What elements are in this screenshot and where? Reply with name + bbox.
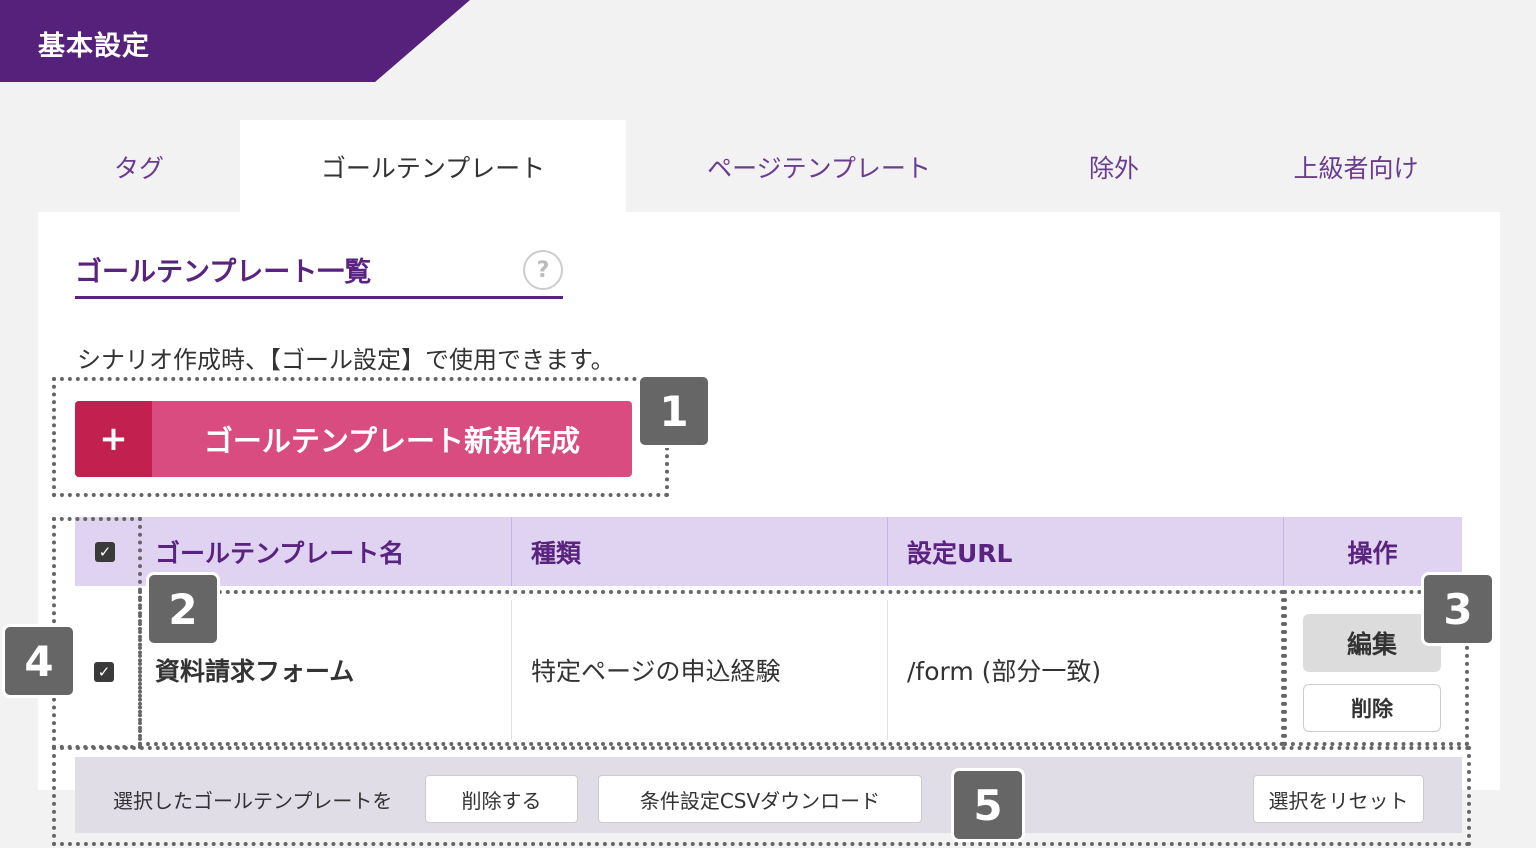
callout-badge-3: 3: [1421, 572, 1495, 646]
help-icon[interactable]: ?: [523, 250, 563, 290]
section-title: ゴールテンプレート一覧: [75, 257, 372, 288]
callout-outline-1: [52, 377, 669, 497]
column-header-url: 設定URL: [887, 517, 1283, 586]
header-divider: [511, 517, 512, 586]
column-header-type: 種類: [511, 517, 887, 586]
tab-page-template[interactable]: ページテンプレート: [626, 120, 1012, 214]
tab-goal-template[interactable]: ゴールテンプレート: [240, 120, 626, 214]
tab-exclude[interactable]: 除外: [1012, 120, 1216, 214]
page-title: 基本設定: [38, 31, 150, 62]
tab-tag[interactable]: タグ: [38, 120, 240, 214]
callout-badge-4: 4: [2, 624, 76, 698]
callout-outline-5: [52, 746, 1471, 846]
header-divider: [1283, 517, 1284, 586]
callout-badge-1: 1: [637, 374, 711, 448]
callout-outline-2: [138, 590, 1285, 746]
callout-badge-5: 5: [951, 768, 1025, 842]
callout-badge-2: 2: [146, 572, 220, 646]
description-text: シナリオ作成時、【ゴール設定】で使用できます。: [77, 346, 615, 374]
section-underline: [75, 296, 563, 299]
tab-advanced[interactable]: 上級者向け: [1216, 120, 1496, 214]
header-divider: [887, 517, 888, 586]
